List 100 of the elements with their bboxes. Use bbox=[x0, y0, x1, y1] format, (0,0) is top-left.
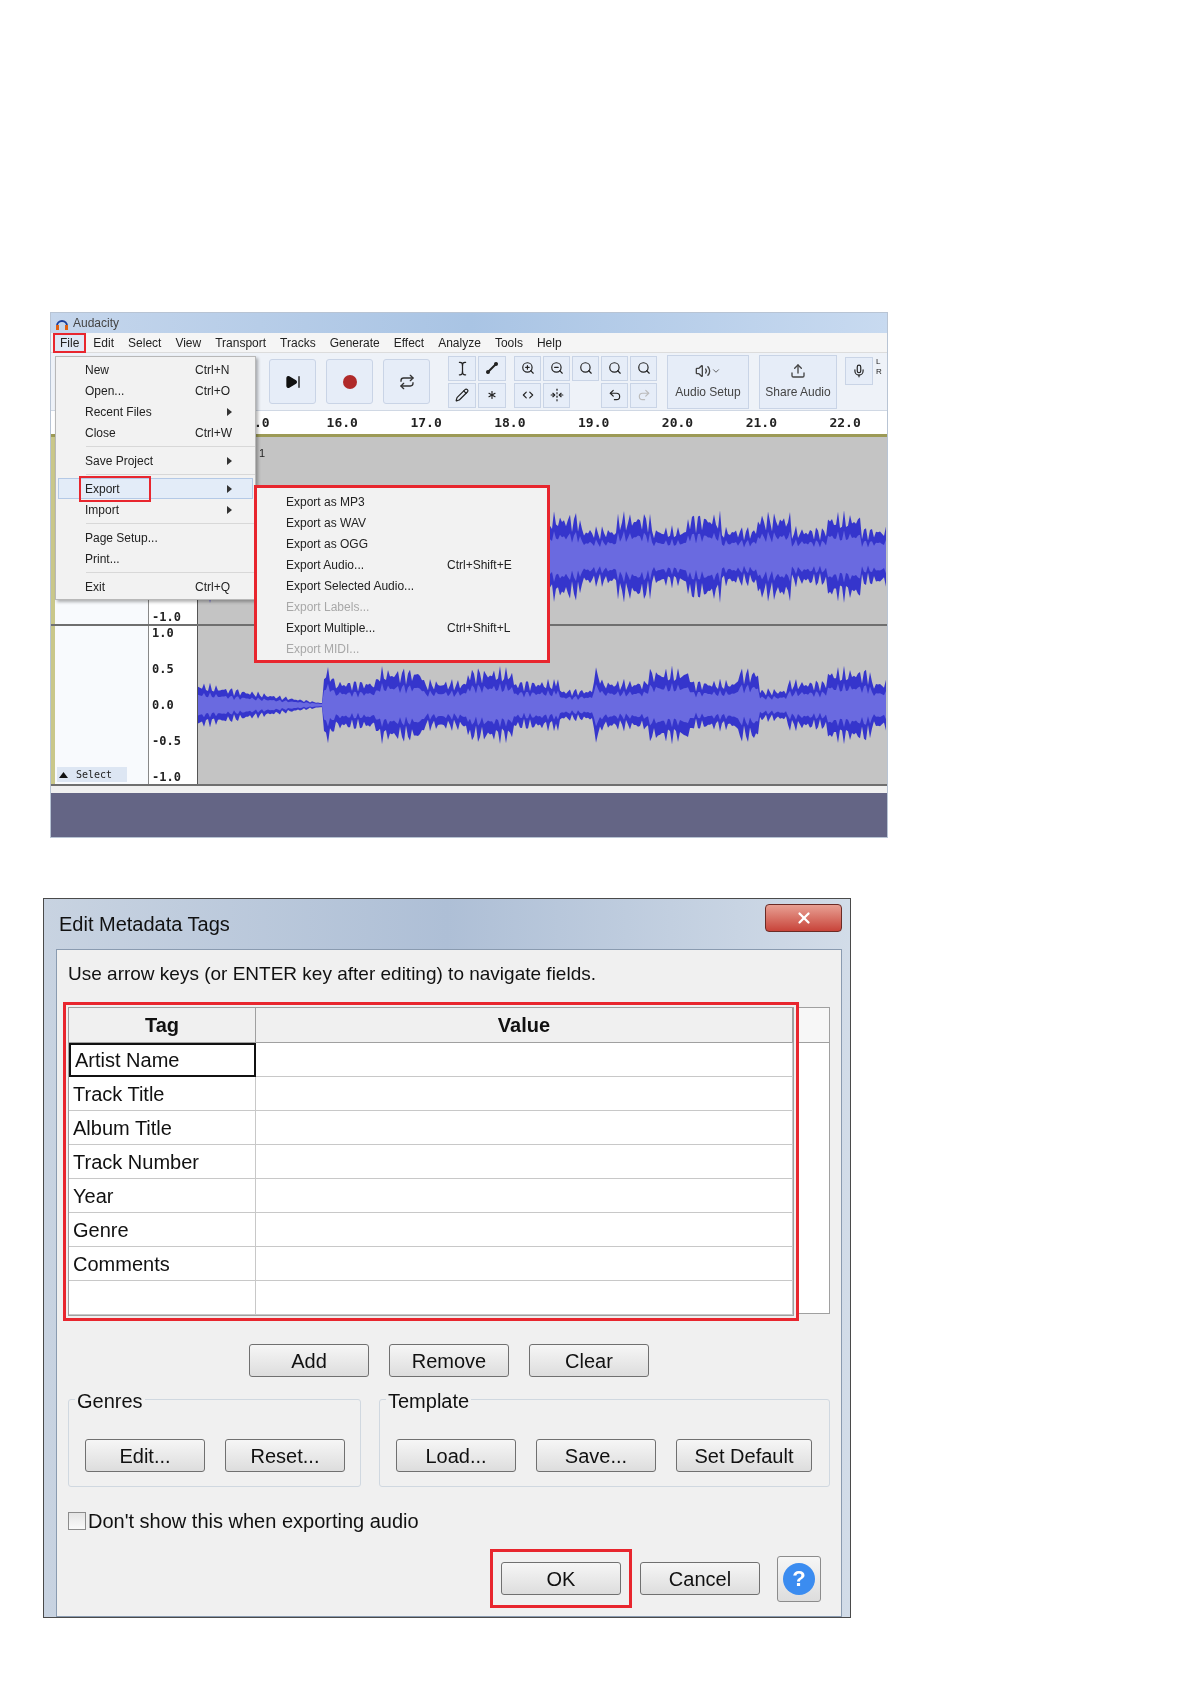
table-cell[interactable] bbox=[69, 1281, 256, 1315]
silence-button[interactable] bbox=[543, 382, 570, 408]
dialog-button[interactable]: OK bbox=[501, 1562, 621, 1595]
multi-tool-button[interactable] bbox=[478, 382, 506, 408]
audio-setup-button[interactable]: Audio Setup bbox=[667, 354, 749, 409]
menu-item[interactable]: Import bbox=[58, 499, 253, 520]
group-button[interactable]: Save... bbox=[536, 1439, 656, 1472]
menu-bar-item[interactable]: Analyze bbox=[431, 332, 488, 353]
close-button[interactable] bbox=[765, 904, 842, 932]
menu-bar-item[interactable]: File bbox=[53, 332, 87, 353]
menu-item-label: New bbox=[84, 361, 110, 379]
menu-bar-item[interactable]: Edit bbox=[86, 332, 122, 353]
zoom-out-icon bbox=[549, 361, 564, 375]
menu-bar-item[interactable]: Effect bbox=[386, 332, 432, 353]
track-name: 1 bbox=[259, 446, 266, 461]
zoom-out-button[interactable] bbox=[543, 355, 570, 381]
menu-item[interactable]: Open... Ctrl+O bbox=[58, 380, 253, 401]
menu-item[interactable]: Page Setup... bbox=[58, 527, 253, 548]
scale-label: 0.5 bbox=[152, 662, 175, 676]
menu-item[interactable]: Export as OGG bbox=[257, 533, 547, 554]
group-button[interactable]: Reset... bbox=[225, 1439, 345, 1472]
redo-icon bbox=[636, 388, 651, 402]
table-cell[interactable]: Genre bbox=[69, 1213, 256, 1247]
menu-item[interactable]: Export as MP3 bbox=[257, 491, 547, 512]
share-audio-button[interactable]: Share Audio bbox=[759, 354, 837, 409]
pencil-icon bbox=[455, 388, 469, 402]
menu-bar-item[interactable]: Tools bbox=[487, 332, 530, 353]
group-button[interactable]: Load... bbox=[396, 1439, 516, 1472]
ruler-label: 21.0 bbox=[744, 413, 778, 432]
table-cell[interactable]: Year bbox=[69, 1179, 256, 1213]
menu-item[interactable]: New Ctrl+N bbox=[58, 359, 253, 380]
table-action-button[interactable]: Add bbox=[249, 1344, 369, 1377]
table-cell[interactable]: Artist Name bbox=[69, 1043, 256, 1077]
table-cell[interactable] bbox=[256, 1043, 793, 1077]
table-cell[interactable] bbox=[256, 1179, 793, 1213]
menu-item-label: Export MIDI... bbox=[286, 640, 361, 658]
fit-selection-button[interactable] bbox=[572, 355, 599, 381]
menu-item[interactable]: Export Audio... Ctrl+Shift+E bbox=[257, 554, 547, 575]
dialog-button[interactable]: Cancel bbox=[640, 1562, 760, 1595]
undo-icon bbox=[607, 388, 622, 402]
zoom-in-button[interactable] bbox=[514, 355, 541, 381]
menu-item[interactable]: Export bbox=[58, 478, 253, 499]
table-cell[interactable] bbox=[256, 1281, 793, 1315]
magnifier-icon bbox=[607, 361, 622, 375]
column-header[interactable]: Tag bbox=[69, 1008, 256, 1042]
menu-item-label: Save Project bbox=[84, 452, 155, 470]
magnifier-icon bbox=[636, 361, 651, 375]
table-action-button[interactable]: Remove bbox=[389, 1344, 509, 1377]
checkbox[interactable] bbox=[68, 1512, 86, 1530]
skip-to-end-button[interactable] bbox=[269, 359, 316, 404]
trim-button[interactable] bbox=[514, 382, 541, 408]
table-cell[interactable] bbox=[256, 1213, 793, 1247]
fold-horizontal-icon bbox=[549, 388, 564, 402]
microphone-button[interactable] bbox=[845, 357, 873, 385]
ruler-label: 17.0 bbox=[409, 413, 443, 432]
menu-item[interactable]: Export Multiple... Ctrl+Shift+L bbox=[257, 617, 547, 638]
menu-bar-item[interactable]: Transport bbox=[208, 332, 274, 353]
menu-bar-item[interactable]: Help bbox=[529, 332, 569, 353]
table-cell[interactable] bbox=[256, 1145, 793, 1179]
magnifier-icon bbox=[578, 361, 593, 375]
table-cell[interactable] bbox=[256, 1247, 793, 1281]
table-cell[interactable]: Track Title bbox=[69, 1077, 256, 1111]
menu-item[interactable]: Exit Ctrl+Q bbox=[58, 576, 253, 597]
ruler-label: 18.0 bbox=[493, 413, 527, 432]
menu-bar-item[interactable]: Generate bbox=[322, 332, 387, 353]
speaker-icon bbox=[695, 362, 711, 379]
envelope-tool-button[interactable] bbox=[478, 355, 506, 381]
collapse-triangle-icon bbox=[59, 771, 68, 778]
fit-project-button[interactable] bbox=[601, 355, 628, 381]
select-button[interactable]: Select bbox=[57, 767, 127, 782]
record-icon bbox=[342, 374, 357, 389]
selection-tool-button[interactable] bbox=[448, 355, 476, 381]
table-cell[interactable]: Album Title bbox=[69, 1111, 256, 1145]
table-cell[interactable]: Track Number bbox=[69, 1145, 256, 1179]
undo-button[interactable] bbox=[601, 382, 628, 408]
zoom-in-icon bbox=[520, 361, 535, 375]
menu-item-label: Export as WAV bbox=[286, 514, 368, 532]
table-cell[interactable] bbox=[256, 1111, 793, 1145]
menu-bar-item[interactable]: View bbox=[168, 332, 209, 353]
menu-bar-item[interactable]: Select bbox=[121, 332, 169, 353]
record-button[interactable] bbox=[326, 359, 373, 404]
group-button[interactable]: Set Default bbox=[676, 1439, 812, 1472]
menu-item-label: Print... bbox=[84, 550, 121, 568]
ruler-label: 19.0 bbox=[577, 413, 611, 432]
table-action-button[interactable]: Clear bbox=[529, 1344, 649, 1377]
zoom-toggle-button[interactable] bbox=[630, 355, 657, 381]
menu-item[interactable]: Print... bbox=[58, 548, 253, 569]
table-cell[interactable]: Comments bbox=[69, 1247, 256, 1281]
menu-bar-item[interactable]: Tracks bbox=[273, 332, 323, 353]
menu-item[interactable]: Close Ctrl+W bbox=[58, 422, 253, 443]
loop-button[interactable] bbox=[383, 359, 430, 404]
group-button[interactable]: Edit... bbox=[85, 1439, 205, 1472]
menu-item[interactable]: Export Selected Audio... bbox=[257, 575, 547, 596]
menu-item[interactable]: Recent Files bbox=[58, 401, 253, 422]
draw-tool-button[interactable] bbox=[448, 382, 476, 408]
table-cell[interactable] bbox=[256, 1077, 793, 1111]
scale-label: -0.5 bbox=[152, 734, 182, 748]
menu-item[interactable]: Export as WAV bbox=[257, 512, 547, 533]
column-header[interactable]: Value bbox=[256, 1008, 793, 1042]
menu-item[interactable]: Save Project bbox=[58, 450, 253, 471]
